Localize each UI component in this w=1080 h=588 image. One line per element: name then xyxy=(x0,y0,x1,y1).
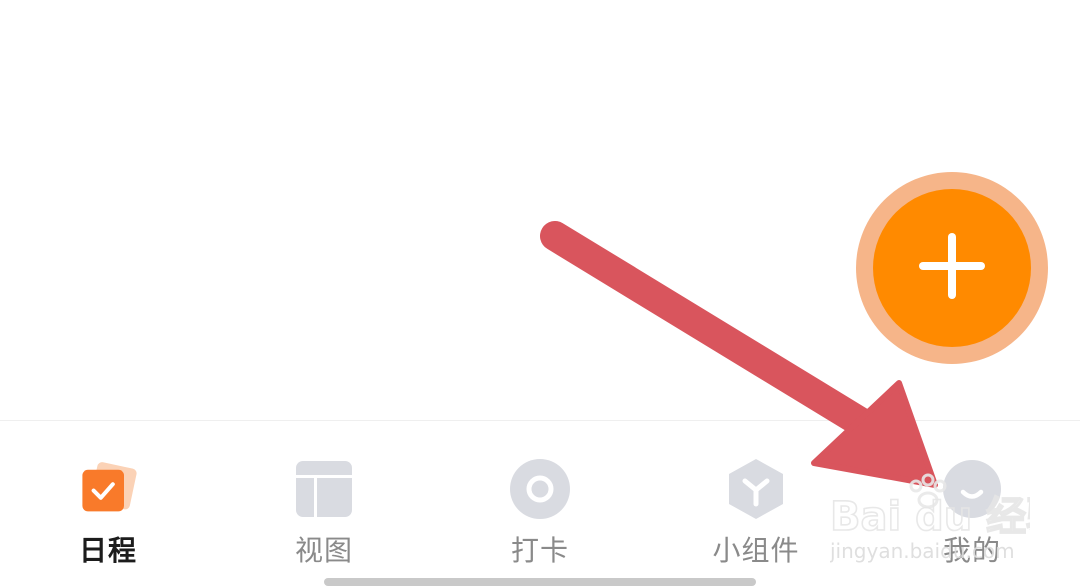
tab-schedule-label: 日程 xyxy=(78,534,137,567)
check-in-ring-icon xyxy=(508,457,572,521)
bottom-tab-bar: 日程 视图 打卡 小组件 我的 xyxy=(0,420,1080,588)
app-screen: 日程 视图 打卡 小组件 我的 Bai du 经 jingyan.baidu.c… xyxy=(0,0,1080,588)
tab-view[interactable]: 视图 xyxy=(216,421,432,588)
tab-view-label: 视图 xyxy=(294,534,353,567)
tab-mine[interactable]: 我的 xyxy=(864,421,1080,588)
add-button-halo xyxy=(856,172,1048,364)
profile-face-icon xyxy=(940,457,1004,521)
tab-schedule[interactable]: 日程 xyxy=(0,421,216,588)
tab-mine-label: 我的 xyxy=(942,534,1001,567)
add-button[interactable] xyxy=(873,189,1031,347)
schedule-check-icon xyxy=(76,457,140,521)
plus-icon xyxy=(917,231,987,305)
tab-checkin-label: 打卡 xyxy=(510,534,569,567)
widget-cube-icon xyxy=(724,457,788,521)
view-layout-icon xyxy=(292,457,356,521)
tab-widgets-label: 小组件 xyxy=(712,534,800,567)
home-indicator-bar[interactable] xyxy=(324,578,756,586)
tab-checkin[interactable]: 打卡 xyxy=(432,421,648,588)
tab-widgets[interactable]: 小组件 xyxy=(648,421,864,588)
